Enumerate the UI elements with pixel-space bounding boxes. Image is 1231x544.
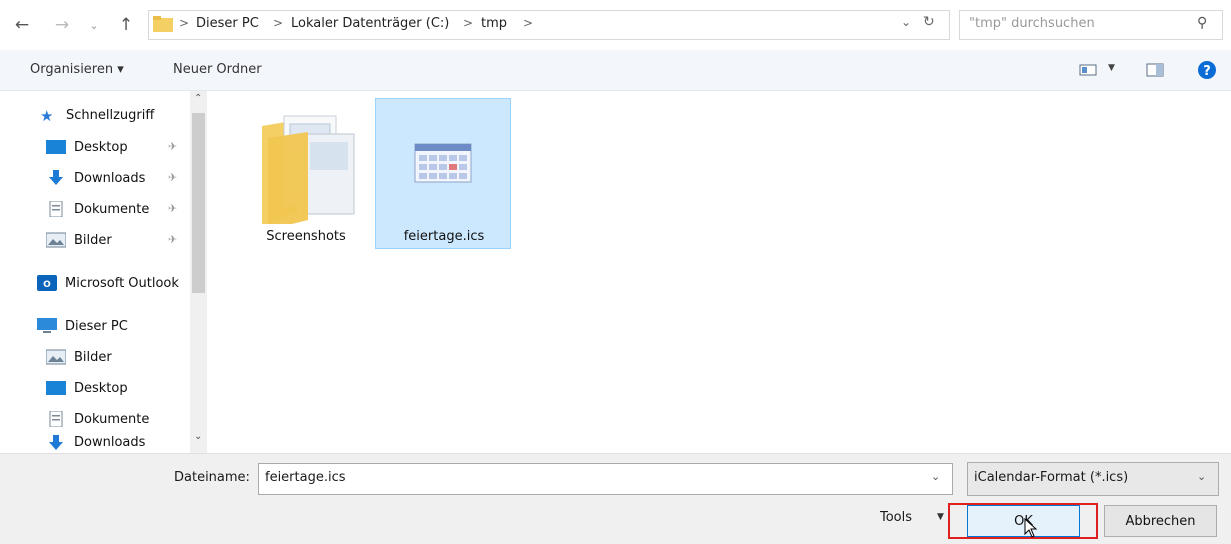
filename-dropdown-icon[interactable]: ⌄ <box>931 470 940 483</box>
forward-arrow-icon[interactable]: → <box>50 13 74 37</box>
desktop-icon <box>46 140 66 154</box>
organize-button[interactable]: Organisieren ▾ <box>30 62 124 77</box>
view-options-icon[interactable] <box>1079 63 1097 77</box>
breadcrumb-local-disk[interactable]: Lokaler Datenträger (C:) <box>291 16 449 31</box>
file-item-screenshots[interactable]: Screenshots <box>238 98 374 249</box>
breadcrumb-separator: > <box>463 16 474 30</box>
scroll-down-icon[interactable]: ⌄ <box>194 431 202 442</box>
tools-button[interactable]: Tools <box>880 510 912 525</box>
download-arrow-icon <box>49 170 63 185</box>
tools-dropdown-icon[interactable]: ▼ <box>937 512 944 522</box>
pin-icon[interactable]: ✈ <box>168 202 177 215</box>
pin-icon[interactable]: ✈ <box>168 171 177 184</box>
folder-icon <box>262 115 355 224</box>
nav-item-label: Bilder <box>74 232 112 248</box>
filetype-dropdown-icon[interactable]: ⌄ <box>1197 470 1206 483</box>
nav-item-label: Bilder <box>74 349 112 365</box>
computer-icon <box>37 318 57 333</box>
star-icon: ★ <box>40 107 54 125</box>
recent-dropdown-icon[interactable]: ⌄ <box>82 13 106 37</box>
nav-item-label: Downloads <box>74 435 146 450</box>
navigation-pane: ★ Schnellzugriff Desktop ✈ Downloads ✈ D… <box>0 91 208 453</box>
calendar-file-icon <box>414 143 472 183</box>
nav-item-label: Dieser PC <box>65 318 128 334</box>
back-arrow-icon[interactable]: ← <box>10 13 34 37</box>
new-folder-button[interactable]: Neuer Ordner <box>173 62 262 77</box>
filename-value: feiertage.ics <box>265 470 346 485</box>
document-icon <box>49 201 63 217</box>
nav-scrollbar-thumb[interactable] <box>192 113 205 293</box>
up-arrow-icon[interactable]: ↑ <box>114 13 138 37</box>
file-item-feiertage-ics[interactable]: feiertage.ics <box>375 98 511 249</box>
svg-text:O: O <box>43 280 51 290</box>
file-name: feiertage.ics <box>403 229 485 244</box>
search-box[interactable]: "tmp" durchsuchen ⚲ <box>959 10 1223 40</box>
folder-icon <box>153 16 173 32</box>
outlook-icon: O <box>37 275 57 291</box>
filetype-value: iCalendar-Format (*.ics) <box>974 470 1129 485</box>
address-row: ← → ⌄ ↑ > Dieser PC > Lokaler Datenträge… <box>0 0 1231 50</box>
breadcrumb-separator: > <box>273 16 284 30</box>
nav-item-label: Desktop <box>74 139 128 155</box>
nav-item-label: Dokumente <box>74 201 150 217</box>
address-bar[interactable]: > Dieser PC > Lokaler Datenträger (C:) >… <box>148 10 950 40</box>
command-toolbar: Organisieren ▾ Neuer Ordner ▼ ? <box>0 50 1231 91</box>
document-icon <box>49 411 63 427</box>
help-icon[interactable]: ? <box>1197 60 1217 80</box>
filename-label: Dateiname: <box>174 470 250 485</box>
breadcrumb-separator: > <box>523 16 534 30</box>
preview-pane-icon[interactable] <box>1146 63 1164 77</box>
nav-item-label: Schnellzugriff <box>66 107 155 123</box>
nav-item-label: Dokumente <box>74 411 150 427</box>
nav-item-label: Downloads <box>74 170 146 186</box>
breadcrumb-separator: > <box>179 16 190 30</box>
view-dropdown-icon[interactable]: ▼ <box>1108 63 1115 73</box>
nav-item-label: Desktop <box>74 380 128 396</box>
cancel-button[interactable]: Abbrechen <box>1104 505 1217 537</box>
search-icon[interactable]: ⚲ <box>1197 15 1207 31</box>
breadcrumb-tmp[interactable]: tmp <box>481 16 507 31</box>
svg-text:?: ? <box>1203 64 1211 79</box>
breadcrumb-dieser-pc[interactable]: Dieser PC <box>196 16 259 31</box>
mouse-cursor-icon <box>1024 518 1038 538</box>
pin-icon[interactable]: ✈ <box>168 233 177 246</box>
search-placeholder: "tmp" durchsuchen <box>969 16 1095 31</box>
filetype-select[interactable]: iCalendar-Format (*.ics) ⌄ <box>967 462 1219 496</box>
pictures-icon <box>46 349 66 365</box>
refresh-icon[interactable]: ↻ <box>923 14 935 30</box>
file-name: Screenshots <box>266 229 346 244</box>
nav-item-label: Microsoft Outlook <box>65 275 179 291</box>
pictures-icon <box>46 232 66 248</box>
desktop-icon <box>46 381 66 395</box>
filename-field[interactable]: feiertage.ics ⌄ <box>258 463 953 495</box>
address-history-icon[interactable]: ⌄ <box>901 15 911 29</box>
scroll-up-icon[interactable]: ⌃ <box>194 93 202 104</box>
download-arrow-icon <box>49 435 63 450</box>
pin-icon[interactable]: ✈ <box>168 140 177 153</box>
